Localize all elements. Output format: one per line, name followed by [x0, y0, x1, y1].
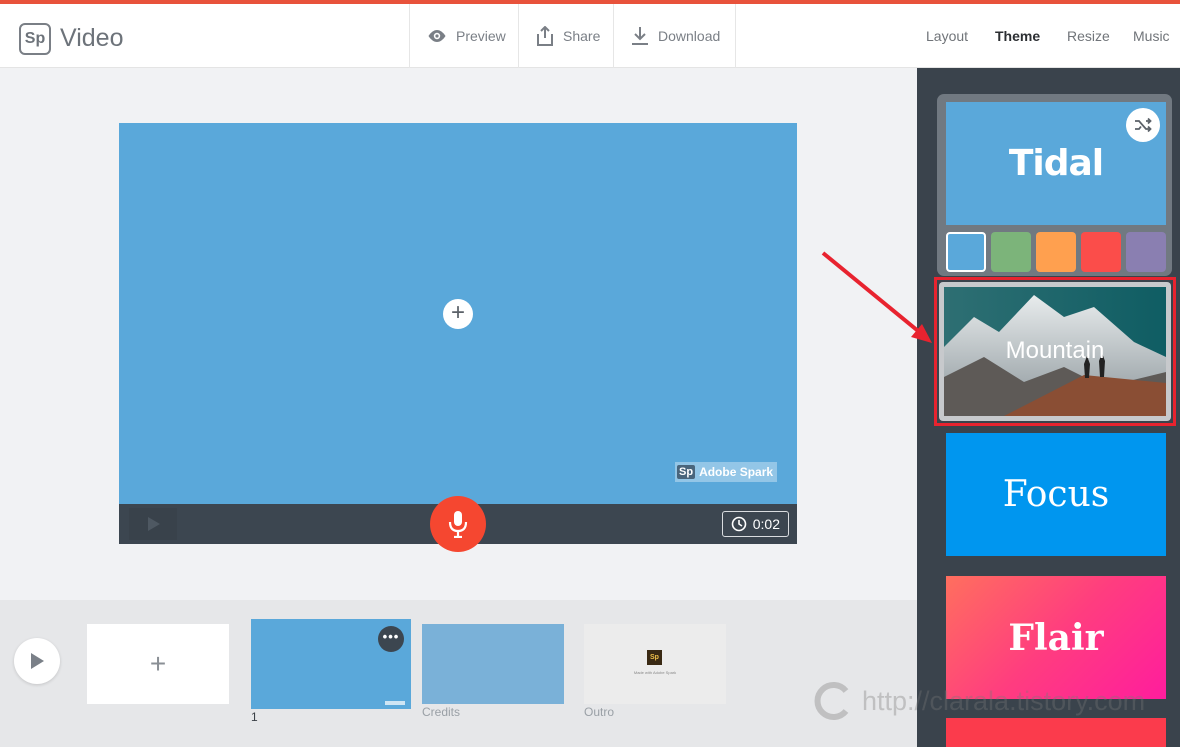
- preview-button[interactable]: Preview: [409, 4, 518, 68]
- playback-controls: 0:02: [119, 496, 797, 552]
- download-button[interactable]: Download: [613, 4, 736, 68]
- add-content-button[interactable]: +: [443, 299, 473, 329]
- tab-theme[interactable]: Theme: [995, 28, 1040, 44]
- play-slide-button[interactable]: [129, 508, 177, 540]
- theme-mountain-card[interactable]: Mountain: [939, 282, 1171, 421]
- app-header: Sp Video Preview Share Download Layout T…: [0, 0, 1180, 68]
- clock-icon: [731, 516, 747, 532]
- share-icon: [536, 26, 554, 46]
- theme-panel: Tidal Mountain Focus Flair: [917, 68, 1180, 747]
- play-icon: [148, 517, 160, 531]
- slide-duration[interactable]: 0:02: [721, 511, 789, 537]
- tab-music[interactable]: Music: [1133, 28, 1170, 44]
- slide-number: 1: [251, 710, 258, 724]
- watermark-logo: Sp: [677, 465, 696, 479]
- slide-canvas[interactable]: + Sp Adobe Spark: [119, 123, 797, 504]
- record-voice-button[interactable]: [430, 496, 486, 552]
- shuffle-button[interactable]: [1126, 108, 1160, 142]
- watermark-text: Adobe Spark: [699, 465, 774, 479]
- credits-preview: [422, 624, 564, 704]
- add-slide-button[interactable]: +: [87, 624, 229, 704]
- play-icon: [31, 653, 44, 669]
- color-swatch-blue[interactable]: [946, 232, 986, 272]
- theme-next-card[interactable]: [946, 718, 1166, 747]
- theme-tidal-preview[interactable]: Tidal: [946, 102, 1166, 225]
- outro-spark-logo: Sp: [647, 650, 662, 665]
- duration-value: 0:02: [752, 516, 780, 532]
- theme-flair-card[interactable]: Flair: [946, 576, 1166, 699]
- slide-thumbnail-outro[interactable]: Sp Made with Adobe Spark Outro: [584, 624, 726, 724]
- slide-timeline: + ••• 1 Credits Sp Made with Adobe Spark…: [0, 600, 917, 747]
- theme-mountain-name: Mountain: [1005, 337, 1105, 364]
- share-button[interactable]: Share: [518, 4, 613, 68]
- outro-caption: Made with Adobe Spark: [633, 670, 677, 675]
- color-swatch-purple[interactable]: [1126, 232, 1166, 272]
- microphone-icon: [448, 511, 468, 538]
- play-video-button[interactable]: [14, 638, 60, 684]
- mountain-photo: Mountain: [944, 287, 1166, 416]
- color-swatch-red[interactable]: [1081, 232, 1121, 272]
- preview-label: Preview: [456, 28, 506, 44]
- adobe-spark-watermark: Sp Adobe Spark: [675, 462, 778, 482]
- eye-icon: [427, 29, 447, 43]
- app-title: Video: [60, 24, 124, 52]
- share-label: Share: [563, 28, 601, 44]
- theme-focus-name: Focus: [1002, 474, 1110, 515]
- color-swatch-orange[interactable]: [1036, 232, 1076, 272]
- credits-label: Credits: [422, 705, 461, 719]
- slide-thumbnail-1[interactable]: ••• 1: [251, 619, 411, 727]
- download-label: Download: [658, 28, 721, 44]
- tab-resize[interactable]: Resize: [1067, 28, 1110, 44]
- color-swatch-green[interactable]: [991, 232, 1031, 272]
- outro-preview: Sp Made with Adobe Spark: [584, 624, 726, 704]
- slide-options-button[interactable]: •••: [378, 626, 404, 652]
- tab-layout[interactable]: Layout: [926, 28, 968, 44]
- theme-focus-card[interactable]: Focus: [946, 433, 1166, 556]
- slide-thumbnail-credits[interactable]: Credits: [422, 624, 564, 724]
- slide-1-watermark: [385, 701, 405, 705]
- theme-tidal-name: Tidal: [1008, 143, 1104, 184]
- theme-flair-name: Flair: [1008, 616, 1104, 659]
- shuffle-icon: [1135, 117, 1152, 133]
- spark-logo[interactable]: Sp: [19, 23, 51, 55]
- download-icon: [631, 26, 649, 46]
- outro-label: Outro: [584, 705, 615, 719]
- theme-tidal-card[interactable]: Tidal: [937, 94, 1172, 276]
